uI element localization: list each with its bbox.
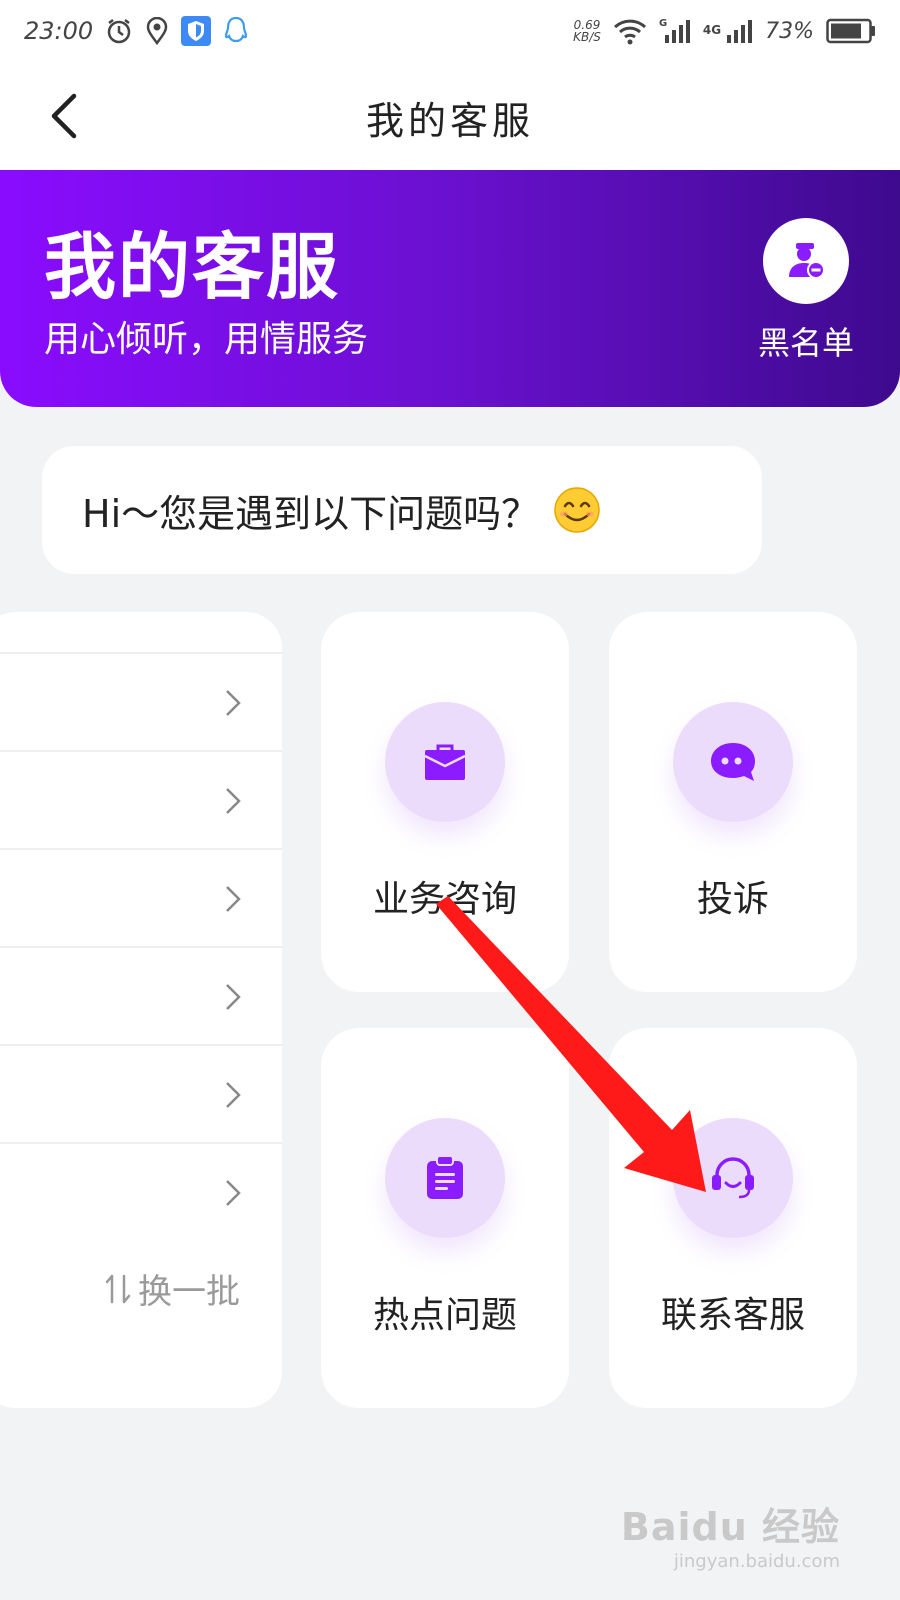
network-type: 4G xyxy=(702,23,722,37)
watermark-url: jingyan.baidu.com xyxy=(673,1551,840,1572)
alarm-icon xyxy=(107,19,131,44)
net-speed-unit: KB/S xyxy=(573,30,601,44)
briefcase-icon xyxy=(424,744,466,780)
tile-contact-service[interactable]: 联系客服 xyxy=(609,1028,857,1408)
chat-bubble-icon xyxy=(711,743,755,781)
smile-emoji-icon xyxy=(554,487,600,533)
refresh-batch-label: 换一批 xyxy=(138,1272,240,1312)
question-list-card: 换一批 xyxy=(0,612,282,1408)
chevron-right-icon xyxy=(226,690,241,716)
tile-icon-background xyxy=(673,1118,793,1238)
tile-label: 投诉 xyxy=(696,879,769,920)
location-icon xyxy=(146,17,168,45)
battery-icon xyxy=(826,18,875,44)
net-speed: 0.69 KB/S xyxy=(573,19,601,43)
tile-hot-questions[interactable]: 热点问题 xyxy=(321,1028,569,1408)
title-bar: 我的客服 xyxy=(0,62,900,170)
signal-icon: G xyxy=(659,18,690,43)
chevron-right-icon xyxy=(226,984,241,1010)
watermark: Baidu 经验 jingyan.baidu.com xyxy=(621,1496,840,1572)
tile-icon-background xyxy=(673,702,793,822)
chevron-right-icon xyxy=(226,1082,241,1108)
blacklist-label: 黑名单 xyxy=(757,324,854,362)
page-title: 我的客服 xyxy=(365,99,534,143)
greeting-text: Hi～您是遇到以下问题吗？ xyxy=(82,491,540,536)
hero-title: 我的客服 xyxy=(44,225,341,309)
tile-label: 业务咨询 xyxy=(372,879,517,920)
chevron-right-icon xyxy=(226,788,241,814)
hero-subtitle: 用心倾听，用情服务 xyxy=(44,319,369,360)
status-bar: 23:00 0.69 KB/S G 4G 73% xyxy=(0,0,900,62)
question-row[interactable] xyxy=(0,946,282,1044)
hero-banner: 我的客服 用心倾听，用情服务 黑名单 xyxy=(0,170,900,407)
user-block-icon xyxy=(789,243,825,279)
question-row[interactable] xyxy=(0,848,282,946)
blacklist-button[interactable]: 黑名单 xyxy=(756,218,856,364)
swap-arrows-icon xyxy=(105,1274,131,1303)
refresh-batch-button[interactable]: 换一批 xyxy=(104,1264,240,1313)
chevron-right-icon xyxy=(226,1180,241,1206)
tile-label: 联系客服 xyxy=(660,1295,805,1336)
clipboard-icon xyxy=(427,1155,463,1199)
wifi-icon xyxy=(613,19,646,45)
blacklist-icon-circle xyxy=(763,218,849,304)
chevron-right-icon xyxy=(226,886,241,912)
qq-icon xyxy=(225,16,248,43)
greeting-bubble: Hi～您是遇到以下问题吗？ xyxy=(42,446,762,574)
status-bar-left: 23:00 xyxy=(24,16,249,46)
question-row[interactable] xyxy=(0,750,282,848)
watermark-brand: Baidu 经验 xyxy=(620,1505,840,1549)
tile-icon-background xyxy=(385,702,505,822)
tile-complaint[interactable]: 投诉 xyxy=(609,612,857,992)
question-row[interactable] xyxy=(0,652,282,750)
question-row[interactable] xyxy=(0,1142,282,1240)
shield-app-icon xyxy=(181,16,212,46)
battery-percent: 73% xyxy=(765,18,814,44)
signal-4g-icon xyxy=(727,20,753,43)
status-time: 23:00 xyxy=(24,17,94,45)
question-row[interactable] xyxy=(0,1044,282,1142)
status-bar-right: 0.69 KB/S G 4G 73% xyxy=(573,17,876,45)
tile-label: 热点问题 xyxy=(372,1295,517,1336)
headset-icon xyxy=(712,1157,754,1199)
tile-icon-background xyxy=(385,1118,505,1238)
svg-text:G: G xyxy=(659,18,667,29)
tile-business-consult[interactable]: 业务咨询 xyxy=(321,612,569,992)
